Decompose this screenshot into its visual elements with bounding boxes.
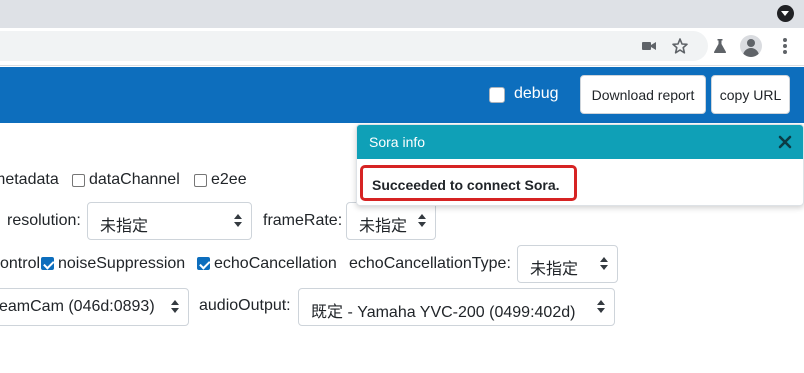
more-vert-icon[interactable] bbox=[782, 37, 788, 55]
tab-search-button[interactable] bbox=[777, 5, 794, 22]
resolution-label: resolution: bbox=[7, 212, 81, 229]
noise-suppression-label: noiseSuppression bbox=[58, 255, 186, 272]
download-report-button[interactable]: Download report bbox=[580, 75, 706, 114]
toast-header: Sora info bbox=[357, 125, 803, 159]
resolution-select[interactable]: 未指定 bbox=[87, 202, 252, 240]
copy-url-button[interactable]: copy URL bbox=[711, 75, 790, 114]
echo-cancellation-checkbox[interactable] bbox=[197, 257, 210, 270]
star-icon[interactable] bbox=[671, 37, 689, 55]
audio-output-select[interactable]: 既定 - Yamaha YVC-200 (0499:402d) bbox=[298, 288, 615, 326]
toast-title: Sora info bbox=[369, 134, 426, 150]
select-arrows-icon bbox=[171, 300, 179, 314]
camera-icon[interactable] bbox=[640, 37, 658, 55]
browser-toolbar bbox=[0, 28, 804, 66]
select-arrows-icon bbox=[418, 214, 426, 228]
debug-label: debug bbox=[514, 85, 559, 102]
audio-output-value: 既定 - Yamaha YVC-200 (0499:402d) bbox=[311, 304, 576, 321]
labs-flask-icon[interactable] bbox=[711, 37, 729, 55]
video-input-value: eamCam (046d:0893) bbox=[0, 298, 155, 315]
audio-output-label: audioOutput: bbox=[199, 297, 291, 314]
echo-cancellation-type-value: 未指定 bbox=[530, 261, 579, 278]
framerate-label: frameRate: bbox=[263, 212, 343, 229]
select-arrows-icon bbox=[600, 257, 608, 271]
echo-cancellation-type-label: echoCancellationType: bbox=[349, 255, 511, 272]
toast-message-highlight: Succeeded to connect Sora. bbox=[360, 165, 577, 201]
echo-cancellation-label: echoCancellation bbox=[214, 255, 337, 272]
resolution-value: 未指定 bbox=[100, 218, 149, 235]
framerate-value: 未指定 bbox=[359, 218, 408, 235]
debug-checkbox[interactable] bbox=[489, 87, 505, 103]
control-label: control bbox=[0, 255, 41, 272]
select-arrows-icon bbox=[234, 214, 242, 228]
address-bar[interactable] bbox=[0, 31, 708, 61]
toast-message: Succeeded to connect Sora. bbox=[372, 177, 560, 193]
echo-cancellation-type-select[interactable]: 未指定 bbox=[517, 245, 618, 283]
framerate-select[interactable]: 未指定 bbox=[346, 202, 436, 240]
sora-info-toast: Sora info Succeeded to connect Sora. bbox=[356, 124, 804, 206]
datachannel-label: dataChannel bbox=[89, 171, 180, 188]
metadata-label: metadata bbox=[0, 171, 59, 188]
e2ee-checkbox[interactable] bbox=[194, 174, 207, 187]
browser-tab-strip bbox=[0, 0, 804, 28]
select-arrows-icon bbox=[597, 300, 605, 314]
e2ee-label: e2ee bbox=[211, 171, 247, 188]
noise-suppression-checkbox[interactable] bbox=[41, 257, 54, 270]
close-icon[interactable] bbox=[778, 135, 792, 149]
video-input-select[interactable]: eamCam (046d:0893) bbox=[0, 288, 189, 326]
profile-icon[interactable] bbox=[740, 35, 762, 57]
datachannel-checkbox[interactable] bbox=[72, 174, 85, 187]
